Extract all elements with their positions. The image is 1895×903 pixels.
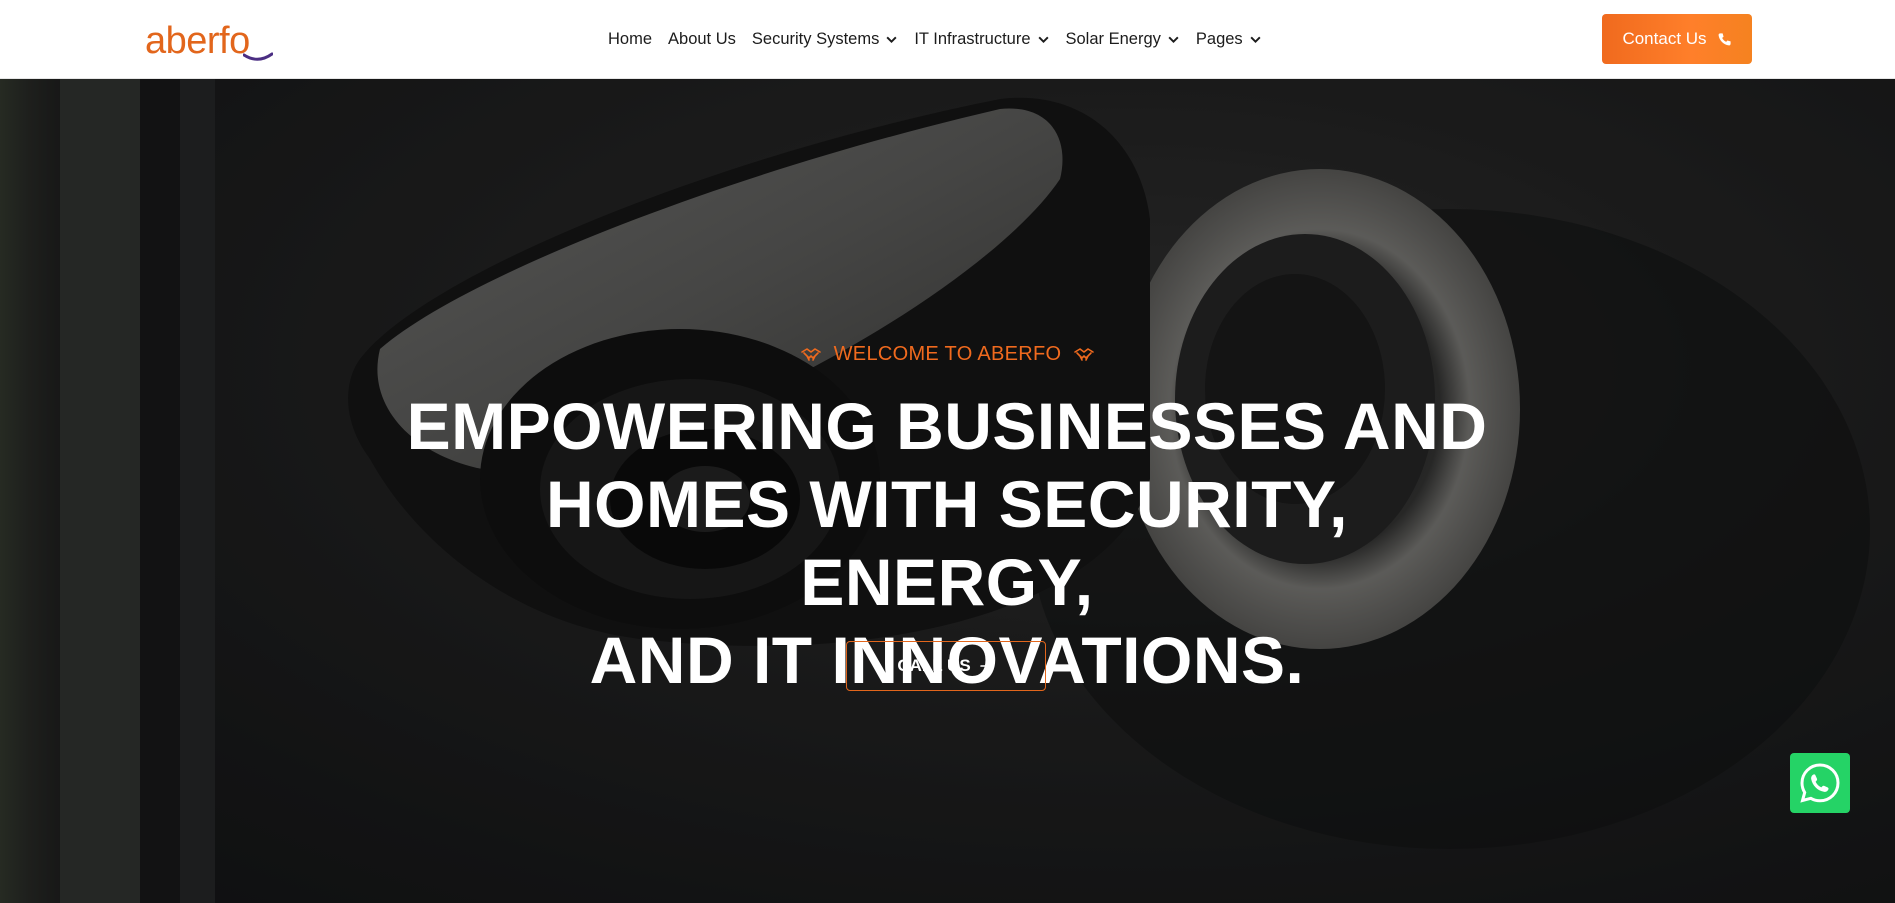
nav-item-label: IT Infrastructure <box>914 30 1031 48</box>
hero-section: WELCOME TO ABERFO EMPOWERING BUSINESSES … <box>0 79 1895 903</box>
whatsapp-icon <box>1800 763 1840 803</box>
nav-item-security-systems[interactable]: Security Systems <box>744 30 906 49</box>
chevron-down-icon <box>1168 36 1179 44</box>
nav-item-label: About Us <box>668 30 736 48</box>
call-us-label: CALL US <box>897 656 971 675</box>
logo-swoosh-icon <box>243 52 273 61</box>
whatsapp-button[interactable] <box>1790 753 1850 813</box>
chevron-down-icon <box>886 36 897 44</box>
chevron-down-icon <box>1037 36 1049 44</box>
nav-item-it-infrastructure[interactable]: IT Infrastructure <box>906 30 1057 49</box>
welcome-tagline: WELCOME TO ABERFO <box>0 343 1895 366</box>
logo[interactable]: aberfo <box>145 16 273 62</box>
logo-text: aberfo <box>145 20 250 62</box>
call-us-button[interactable]: CALL US <box>846 641 1046 691</box>
nav-item-home[interactable]: Home <box>600 30 660 49</box>
phone-icon <box>1718 32 1731 45</box>
contact-us-button[interactable]: Contact Us <box>1602 14 1752 64</box>
headline-line: HOMES WITH SECURITY, ENERGY, <box>545 467 1349 619</box>
handshake-icon <box>1074 347 1095 361</box>
nav-item-label: Solar Energy <box>1065 30 1161 48</box>
nav-item-solar-energy[interactable]: Solar Energy <box>1058 30 1188 49</box>
contact-us-label: Contact Us <box>1622 29 1707 48</box>
nav-item-about-us[interactable]: About Us <box>660 30 744 49</box>
main-nav: Home About Us Security Systems IT Infras… <box>600 0 1270 79</box>
nav-item-label: Pages <box>1195 30 1243 48</box>
nav-item-label: Home <box>608 30 653 48</box>
handshake-icon <box>800 347 821 361</box>
headline-line: EMPOWERING BUSINESSES AND <box>406 389 1488 463</box>
arrow-right-icon <box>979 661 993 671</box>
nav-item-label: Security Systems <box>751 30 880 48</box>
nav-item-pages[interactable]: Pages <box>1188 30 1270 49</box>
site-header: aberfo Home About Us Security Systems IT… <box>0 0 1895 79</box>
welcome-text: WELCOME TO ABERFO <box>833 343 1062 365</box>
chevron-down-icon <box>1250 36 1261 44</box>
